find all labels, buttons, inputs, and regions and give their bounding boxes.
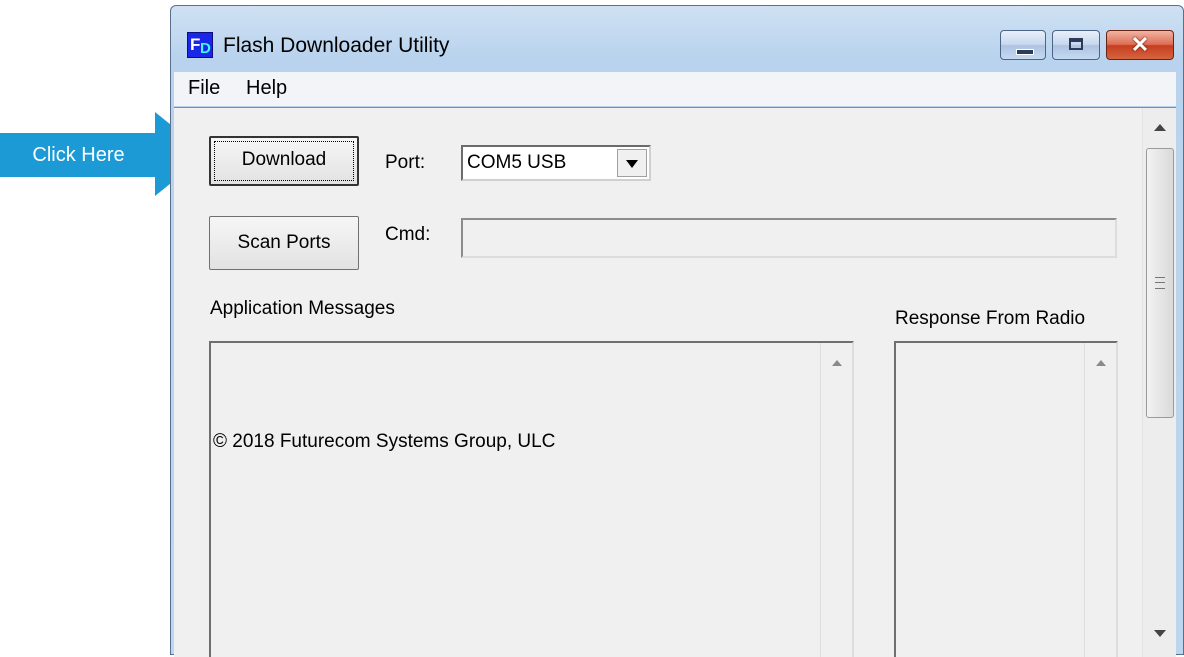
minimize-icon [1016,49,1034,55]
focus-rectangle [214,141,354,181]
application-messages-text: © 2018 Futurecom Systems Group, ULC [213,431,556,452]
scroll-down-icon[interactable] [1154,630,1166,637]
scan-ports-button[interactable]: Scan Ports [209,216,359,270]
app-icon-letter-f: F [190,35,201,54]
scroll-up-icon[interactable] [1096,360,1106,366]
cmd-label: Cmd: [385,224,431,245]
maximize-button[interactable] [1052,30,1100,60]
maximize-icon [1069,38,1083,50]
response-from-radio-textbox[interactable] [894,341,1118,657]
application-messages-label: Application Messages [210,298,395,319]
cmd-input[interactable] [461,218,1117,258]
application-messages-scrollbar[interactable] [820,343,852,657]
fd-app-icon: F D [187,32,213,58]
flash-downloader-window: F D Flash Downloader Utility ✕ File Help… [170,5,1184,657]
port-select-value: COM5 USB [467,152,567,173]
application-messages-textbox[interactable]: © 2018 Futurecom Systems Group, ULC [209,341,854,657]
scroll-up-icon[interactable] [1154,124,1166,131]
title-bar[interactable]: F D Flash Downloader Utility ✕ [171,6,1183,66]
port-select[interactable]: COM5 USB [461,145,651,181]
menu-file[interactable]: File [188,77,220,100]
window-vertical-scrollbar[interactable] [1142,108,1176,657]
port-dropdown-button[interactable] [617,149,647,177]
minimize-button[interactable] [1000,30,1046,60]
menu-bar: File Help [174,72,1176,106]
scrollbar-thumb[interactable] [1146,148,1174,418]
callout-label: Click Here [32,144,125,166]
menu-help[interactable]: Help [246,77,287,100]
response-from-radio-label: Response From Radio [895,308,1086,329]
response-scrollbar[interactable] [1084,343,1116,657]
close-button[interactable]: ✕ [1106,30,1174,60]
window-title: Flash Downloader Utility [223,34,450,57]
client-area: Download Port: COM5 USB Scan Ports Cmd: … [174,107,1176,657]
app-icon-letter-d: D [200,40,211,57]
scroll-up-icon[interactable] [832,360,842,366]
chevron-down-icon [626,160,638,168]
port-label: Port: [385,152,426,173]
download-button[interactable]: Download [209,136,359,186]
close-icon: ✕ [1130,32,1150,57]
grip-icon [1155,277,1165,289]
